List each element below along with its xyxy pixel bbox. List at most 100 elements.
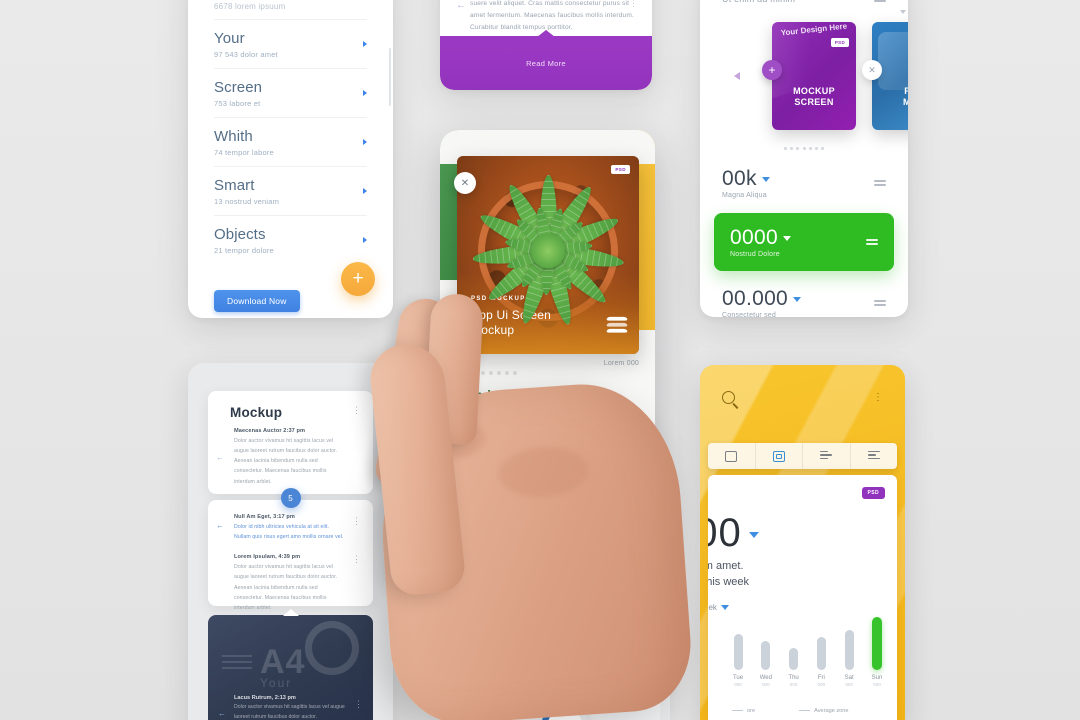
- add-icon[interactable]: +: [762, 60, 782, 80]
- back-arrow-icon[interactable]: ←: [216, 521, 224, 530]
- week-selector[interactable]: eek: [708, 603, 729, 612]
- lens-icon: [305, 621, 359, 675]
- list-item[interactable]: Lorem Ipsulam, 4:39 pm Dolor auctor viva…: [208, 542, 373, 613]
- message-header: Maecenas Auctor 2:37 pm: [234, 428, 306, 434]
- stat-label: Consectetur sed: [722, 312, 776, 317]
- kebab-menu-icon[interactable]: ⋮: [352, 517, 361, 526]
- purple-card-footer[interactable]: Read More: [440, 30, 652, 90]
- carousel-dots[interactable]: [457, 362, 521, 380]
- bar-label: Fri: [817, 675, 825, 681]
- plant-rosette: [531, 234, 565, 269]
- list-item[interactable]: Objects 21 tempor dolore: [214, 215, 367, 264]
- chevron-right-icon: [363, 90, 367, 96]
- carousel-slide[interactable]: Your Design Here PSD MOCKUP SCREEN: [772, 22, 856, 130]
- kebab-menu-icon[interactable]: ⋮: [629, 0, 638, 8]
- list-item[interactable]: Screen 753 labore et: [214, 68, 367, 117]
- add-fab-button[interactable]: +: [341, 262, 375, 296]
- add-icon[interactable]: +: [482, 663, 496, 677]
- dark-media-item[interactable]: A4 Your ← Lacus Rutrum, 2:13 pm Dolor au…: [208, 615, 373, 720]
- phone-text-block: Hand Holding App Ui Screen Mockup Lorem …: [457, 388, 641, 490]
- stats-header: Ut enim ad minim: [700, 0, 908, 4]
- list-item[interactable]: Your 97 543 dolor amet: [214, 19, 367, 68]
- message-body: Dolor auctor vivamus hit sagittis lacus …: [234, 438, 338, 485]
- list-item[interactable]: Whith 74 tempor labore: [214, 117, 367, 166]
- close-icon[interactable]: ✕: [454, 172, 476, 194]
- carousel-dots[interactable]: [700, 137, 908, 155]
- bar-label: Wed: [759, 675, 772, 681]
- unread-badge[interactable]: 5: [280, 488, 301, 508]
- stat-row[interactable]: 00.000 Consectetur sed: [700, 275, 908, 317]
- list-item[interactable]: Smart 13 nostrud veniam: [214, 166, 367, 215]
- chart-subtitle: rem amet. 0 this week: [708, 559, 749, 591]
- comment-icon: [725, 450, 738, 462]
- stat-row[interactable]: 00k Magna Aliqua: [700, 155, 908, 209]
- bar-label: Thu: [788, 675, 799, 681]
- chart-legend: ore Average zone: [732, 708, 883, 714]
- bar: [733, 634, 743, 670]
- stat-value-text: 0000: [730, 226, 778, 249]
- bar-column: Thu 000: [788, 648, 800, 687]
- kebab-menu-icon[interactable]: ⋮: [354, 700, 363, 709]
- stat-row-highlighted[interactable]: 0000 Nostrud Dolore: [714, 213, 894, 271]
- list-item-title: Smart: [214, 177, 255, 194]
- search-icon[interactable]: [722, 391, 735, 404]
- back-arrow-icon[interactable]: ←: [216, 453, 224, 462]
- bar: [761, 641, 771, 670]
- indent-left-icon: [820, 450, 833, 462]
- list-item-title: Whith: [214, 128, 253, 145]
- chart-card: ⋮ PSD 000 rem amet. 0 this week eek Tue0…: [700, 365, 905, 720]
- lorem-label: Lorem 000: [603, 360, 639, 367]
- chevron-down-icon[interactable]: [900, 10, 906, 14]
- message-header: Lacus Rutrum, 2:13 pm: [234, 695, 296, 702]
- dark-message: ← Lacus Rutrum, 2:13 pm Dolor auctor viv…: [218, 695, 363, 720]
- download-now-button[interactable]: Download Now: [214, 290, 300, 312]
- chevron-down-icon: [720, 605, 729, 611]
- stat-value-text: 00.000: [722, 287, 789, 310]
- bar-label: Sun: [871, 675, 883, 681]
- chevron-right-icon: [363, 188, 367, 194]
- bar: [871, 617, 882, 670]
- bar-sublabel: 000: [761, 682, 770, 687]
- carousel-prev-icon[interactable]: [734, 72, 740, 80]
- layers-icon[interactable]: [605, 316, 629, 336]
- stat-label: Nostrud Dolore: [730, 251, 780, 258]
- scrollbar[interactable]: [389, 48, 391, 106]
- bar: [844, 630, 854, 670]
- back-arrow-icon[interactable]: ←: [456, 0, 466, 11]
- indent-right-icon: [867, 450, 880, 462]
- toolbar-item-comment[interactable]: [708, 443, 756, 469]
- hand-held-phone-card: PSD PSD MOCKUP App Ui Screen Mockup ✕ Lo…: [440, 130, 655, 555]
- kebab-menu-icon[interactable]: ⋮: [873, 392, 883, 402]
- list-item[interactable]: ← Maecenas Auctor 2:37 pm Dolor auctor v…: [208, 420, 373, 487]
- menu-icon[interactable]: [874, 0, 886, 2]
- menu-icon[interactable]: [874, 300, 886, 306]
- kebab-menu-icon[interactable]: ⋮: [352, 406, 361, 415]
- psd-badge: PSD: [861, 487, 885, 499]
- menu-icon[interactable]: [874, 180, 886, 186]
- legend-item: ore: [732, 708, 755, 714]
- message-header: Null Am Eget, 3:17 pm: [234, 514, 295, 520]
- bar: [789, 648, 799, 670]
- message-body: Dolor auctor vivamus hit sagittis lacus …: [234, 564, 338, 611]
- back-arrow-icon[interactable]: ←: [218, 709, 226, 718]
- bar-sublabel: 000: [734, 682, 742, 687]
- bar-chart: Tue 000 Wed 000 Thu 000 Fri 000 Sat 000 Sun 000: [732, 617, 883, 687]
- chart-toolbar[interactable]: [708, 443, 897, 469]
- chevron-right-icon: [363, 41, 367, 47]
- bar-label: Tue: [732, 675, 744, 681]
- toolbar-item-copy[interactable]: [756, 443, 803, 469]
- phone-screen: PSD PSD MOCKUP App Ui Screen Mockup ✕ Lo…: [440, 130, 655, 555]
- list-item-title: Screen: [214, 79, 263, 96]
- page-subtitle: App Ui Screen Mockup: [457, 405, 598, 420]
- bar-column: Sun 000: [871, 617, 883, 687]
- kebab-menu-icon[interactable]: ⋮: [352, 555, 361, 564]
- stats-carousel[interactable]: + ✕ Your Design Here PSD MOCKUP SCREEN P…: [700, 22, 908, 130]
- stats-card: Ut enim ad minim + ✕ Your Design Here PS…: [700, 0, 908, 317]
- toolbar-item-indent-right[interactable]: [851, 443, 898, 469]
- toolbar-item-indent-left[interactable]: [803, 443, 851, 469]
- menu-icon[interactable]: [866, 239, 878, 245]
- close-icon[interactable]: ✕: [862, 60, 882, 80]
- chart-value-text: 000: [708, 511, 742, 555]
- presentation-stage: 6678 lorem ipsuum Your 97 543 dolor amet…: [0, 0, 1080, 720]
- bar-sublabel: 000: [789, 682, 798, 687]
